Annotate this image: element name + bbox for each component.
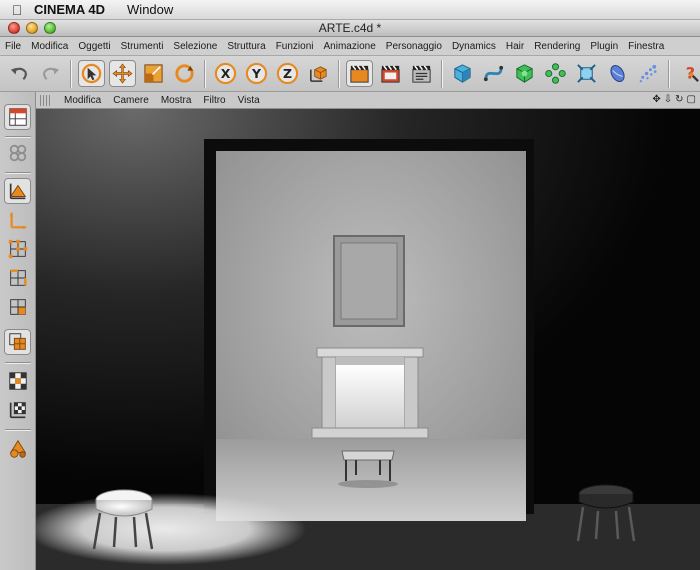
x-axis-label: X	[221, 66, 231, 81]
3d-viewport[interactable]	[36, 109, 700, 570]
edges-mode-icon[interactable]	[4, 265, 31, 291]
scale-icon[interactable]	[140, 60, 167, 87]
menu-selezione[interactable]: Selezione	[168, 41, 222, 52]
menu-rendering[interactable]: Rendering	[529, 41, 585, 52]
particle-icon[interactable]	[635, 60, 662, 87]
minimize-window-button[interactable]	[26, 22, 38, 34]
render-settings-icon[interactable]	[408, 60, 435, 87]
menu-oggetti[interactable]: Oggetti	[73, 41, 115, 52]
layout-panel-icon[interactable]	[4, 104, 31, 130]
app-menu-bar: File Modifica Oggetti Strumenti Selezion…	[0, 37, 700, 56]
toolbar-divider	[338, 59, 340, 88]
main-toolbar: X Y Z ?	[0, 56, 700, 92]
toggle-view-icon[interactable]: ▢	[687, 94, 696, 105]
document-title: ARTE.c4d *	[318, 21, 382, 35]
y-axis-label: Y	[251, 66, 262, 81]
cinema4d-app:  CINEMA 4D Window ARTE.c4d * File Modif…	[0, 0, 700, 570]
menu-hair[interactable]: Hair	[501, 41, 529, 52]
menu-funzioni[interactable]: Funzioni	[271, 41, 319, 52]
floor-spotlight	[36, 493, 306, 565]
viewport-menu-filtro[interactable]: Filtro	[197, 95, 231, 106]
menu-plugin[interactable]: Plugin	[585, 41, 623, 52]
toolbar-divider	[441, 59, 443, 88]
menu-finestra[interactable]: Finestra	[623, 41, 669, 52]
make-editable-icon[interactable]	[4, 140, 31, 166]
workplane-icon[interactable]	[4, 397, 31, 423]
menu-personaggio[interactable]: Personaggio	[381, 41, 447, 52]
menu-animazione[interactable]: Animazione	[319, 41, 381, 52]
window-controls	[0, 22, 56, 34]
uv-points-mode-icon[interactable]	[4, 368, 31, 394]
y-axis-lock-icon[interactable]: Y	[243, 60, 270, 87]
menu-dynamics[interactable]: Dynamics	[447, 41, 501, 52]
texture-mode-icon[interactable]	[4, 329, 31, 355]
mac-menubar:  CINEMA 4D Window	[0, 0, 700, 20]
snap-icon[interactable]	[4, 436, 31, 462]
toolbar-divider	[70, 59, 72, 88]
menu-struttura[interactable]: Struttura	[222, 41, 270, 52]
model-mode-icon[interactable]	[4, 178, 31, 204]
svg-text:?: ?	[686, 63, 695, 82]
viewport-menu-vista[interactable]: Vista	[232, 95, 266, 106]
close-window-button[interactable]	[8, 22, 20, 34]
wall-picture	[340, 242, 398, 320]
panel-grip-icon[interactable]	[40, 94, 52, 106]
live-select-icon[interactable]	[78, 60, 105, 87]
zoom-view-icon[interactable]: ⇩	[664, 94, 672, 105]
apple-icon[interactable]: 	[0, 2, 34, 18]
toolbar-divider	[204, 59, 206, 88]
app-name-menu[interactable]: CINEMA 4D	[34, 2, 105, 17]
palette-divider	[5, 136, 31, 138]
toolbar-divider	[668, 59, 670, 88]
rotate-icon[interactable]	[171, 60, 198, 87]
render-view-icon[interactable]	[346, 60, 373, 87]
object-axis-icon[interactable]	[4, 207, 31, 233]
pan-view-icon[interactable]: ✥	[652, 94, 660, 105]
rendered-scene	[36, 109, 700, 570]
spline-icon[interactable]	[480, 60, 507, 87]
viewport-header: Modifica Camere Mostra Filtro Vista ✥ ⇩ …	[36, 92, 700, 109]
cube-primitive-icon[interactable]	[449, 60, 476, 87]
move-icon[interactable]	[109, 60, 136, 87]
redo-icon[interactable]	[37, 60, 64, 87]
z-axis-label: Z	[283, 66, 292, 81]
palette-divider	[5, 429, 31, 431]
z-axis-lock-icon[interactable]: Z	[274, 60, 301, 87]
palette-divider	[5, 362, 31, 364]
viewport-menu-mostra[interactable]: Mostra	[155, 95, 198, 106]
viewport-menu-camere[interactable]: Camere	[107, 95, 155, 106]
palette-divider	[5, 172, 31, 174]
rotate-view-icon[interactable]: ↻	[675, 94, 683, 105]
coordinate-system-icon[interactable]	[305, 60, 332, 87]
viewport-nav-icons: ✥ ⇩ ↻ ▢	[652, 94, 696, 105]
window-titlebar: ARTE.c4d *	[0, 20, 700, 37]
zoom-window-button[interactable]	[44, 22, 56, 34]
menu-file[interactable]: File	[0, 41, 26, 52]
environment-icon[interactable]	[604, 60, 631, 87]
deformer-icon[interactable]	[573, 60, 600, 87]
points-mode-icon[interactable]	[4, 236, 31, 262]
array-icon[interactable]	[542, 60, 569, 87]
help-icon[interactable]: ?	[676, 60, 700, 87]
window-menu[interactable]: Window	[127, 2, 173, 17]
nurbs-icon[interactable]	[511, 60, 538, 87]
fireplace	[311, 347, 429, 439]
viewport-menu-modifica[interactable]: Modifica	[58, 95, 107, 106]
left-tool-palette	[0, 92, 36, 570]
menu-modifica[interactable]: Modifica	[26, 41, 73, 52]
x-axis-lock-icon[interactable]: X	[212, 60, 239, 87]
menu-strumenti[interactable]: Strumenti	[116, 41, 169, 52]
undo-icon[interactable]	[6, 60, 33, 87]
polygons-mode-icon[interactable]	[4, 294, 31, 320]
render-picture-viewer-icon[interactable]	[377, 60, 404, 87]
